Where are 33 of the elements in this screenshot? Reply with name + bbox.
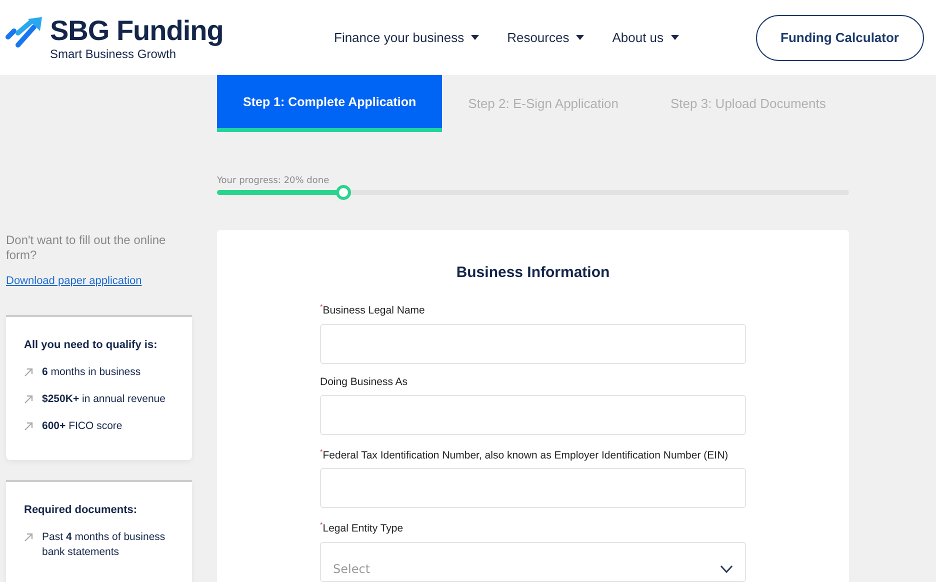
arrow-icon [24, 422, 33, 431]
nav-menu-link[interactable]: Finance your business [334, 30, 480, 45]
field-label: $^{*}$Business Legal Name [320, 303, 426, 318]
caret-icon [576, 35, 584, 40]
card-title: All you need to qualify is: [24, 339, 158, 351]
nav-menu-link[interactable]: About us [612, 30, 679, 45]
input-field[interactable] [320, 394, 746, 434]
input-field[interactable] [320, 468, 746, 508]
funding-calculator-button[interactable]: Funding Calculator [756, 14, 924, 60]
caret-icon [471, 35, 480, 40]
input-field[interactable] [320, 324, 746, 364]
requirement-text: 6 months in business [42, 365, 141, 380]
nav-menu-link[interactable]: Resources [507, 30, 584, 45]
field-label: Doing Business As [320, 374, 409, 388]
requirement-text: Past 4 months of business bank statements [42, 530, 166, 560]
select-dropdown[interactable]: Select [320, 542, 746, 582]
arrow-icon [24, 395, 33, 404]
download-link[interactable]: Download paper application [6, 275, 192, 287]
arrow-icon [24, 533, 33, 542]
caret-icon [670, 35, 679, 40]
brand-tagline: Smart Business Growth [50, 46, 178, 60]
field-label: $^{*}$Legal Entity Type [320, 521, 404, 536]
step-tab[interactable]: Step 1: Complete Application [217, 75, 442, 132]
field-label: $^{*}$Federal Tax Identification Number, also known as Employer Identification Number (EIN) [320, 448, 730, 462]
form-title: Business Information [455, 264, 611, 281]
card-title: Required documents: [24, 504, 138, 516]
progress-label: Your progress: 20% done [217, 176, 330, 186]
chevron-down-icon [720, 564, 733, 572]
requirement-text: $250K+ in annual revenue [42, 392, 166, 407]
arrow-icon [24, 368, 33, 377]
paper-form-prompt: Don't want to fill out the online form? [6, 233, 167, 263]
brand-name: SBG Funding [50, 14, 224, 46]
requirement-text: 600+ FICO score [42, 419, 122, 434]
